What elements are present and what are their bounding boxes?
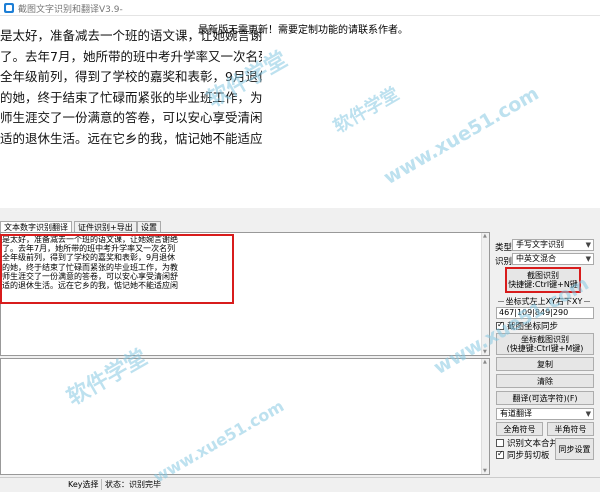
clear-button[interactable]: 清除: [496, 374, 594, 388]
halfwidth-button[interactable]: 半角符号: [547, 422, 594, 436]
state-status: 状态：识别完毕: [105, 480, 161, 489]
preview-line: 适的退休生活。远在它乡的我，惦记她不能适应闲: [0, 130, 262, 146]
capture-ocr-label: 截图识别: [527, 271, 559, 280]
merge-checkbox[interactable]: [496, 439, 504, 447]
translate-engine-select[interactable]: 有道翻译 ▼: [496, 408, 594, 420]
fullwidth-button[interactable]: 全角符号: [496, 422, 543, 436]
coord-capture-label: 坐标截图识别: [521, 335, 569, 344]
recog-label: 识别: [495, 257, 513, 267]
highlight-frame: [0, 234, 234, 304]
preview-line: 了。去年7月，她所带的班中考升学率又一次名列: [0, 48, 262, 64]
recog-select-value: 中英文混合: [516, 254, 556, 263]
sync-settings-button[interactable]: 同步设置: [555, 438, 594, 460]
type-select-value: 手写文字识别: [516, 240, 564, 249]
key-select-status[interactable]: Key选择: [66, 479, 102, 490]
recog-select[interactable]: 中英文混合 ▼: [512, 253, 594, 265]
preview-line: 是太好，准备减去一个班的语文课，让她婉言谢绝: [0, 28, 262, 43]
window-title: 截图文字识别和翻译V3.9-: [18, 5, 123, 15]
preview-line: 师生涯交了一份满意的答卷，可以安心享受清闲舒: [0, 110, 262, 125]
app-icon: [4, 3, 14, 13]
chevron-down-icon: ▼: [585, 241, 591, 249]
translate-engine-value: 有道翻译: [500, 409, 532, 418]
type-label: 类型: [495, 243, 513, 253]
copy-button[interactable]: 复制: [496, 357, 594, 371]
type-select[interactable]: 手写文字识别 ▼: [512, 239, 594, 251]
translate-button[interactable]: 翻译(可选字符)(F): [496, 391, 594, 405]
sync-clipboard-label: 同步剪切板: [507, 451, 550, 461]
chevron-down-icon: ▼: [585, 255, 591, 263]
coord-capture-shortcut: (快捷键:Ctrl键+M键): [506, 344, 584, 353]
chevron-down-icon: ▼: [585, 410, 591, 418]
merge-label: 识别文本合并: [507, 439, 559, 449]
sync-clipboard-checkbox[interactable]: [496, 449, 504, 459]
translation-scrollbar[interactable]: [481, 359, 489, 474]
